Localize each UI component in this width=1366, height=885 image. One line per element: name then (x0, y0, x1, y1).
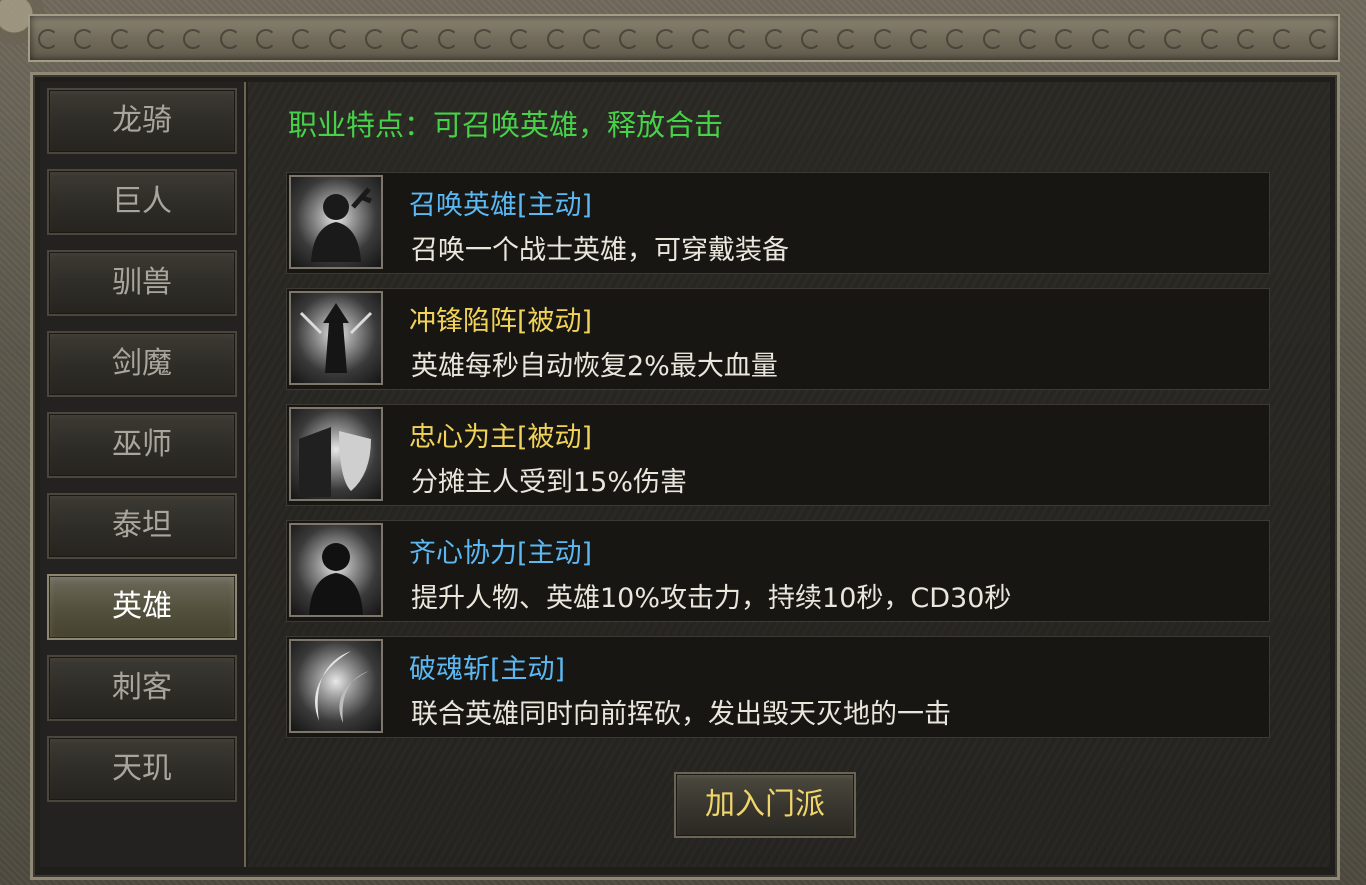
skill-row[interactable]: 冲锋陷阵[被动] 英雄每秒自动恢复2%最大血量 (286, 288, 1270, 390)
loyal-shield-icon (289, 407, 383, 501)
skill-name: 齐心协力[主动] (409, 538, 593, 569)
skill-row[interactable]: 齐心协力[主动] 提升人物、英雄10%攻击力，持续10秒，CD30秒 (286, 520, 1270, 622)
skill-name: 破魂斩[主动] (409, 654, 566, 685)
skill-description: 分摊主人受到15%伤害 (411, 467, 688, 498)
skill-row[interactable]: 破魂斩[主动] 联合英雄同时向前挥砍，发出毁天灭地的一击 (286, 636, 1270, 738)
class-tab-wizard[interactable]: 巫师 (47, 412, 237, 478)
skill-description: 召唤一个战士英雄，可穿戴装备 (411, 235, 789, 266)
class-tab-assassin[interactable]: 刺客 (47, 655, 237, 721)
skill-row[interactable]: 忠心为主[被动] 分摊主人受到15%伤害 (286, 404, 1270, 506)
class-tab-tianji[interactable]: 天玑 (47, 736, 237, 802)
class-tab-titan[interactable]: 泰坦 (47, 493, 237, 559)
summon-hero-icon (289, 175, 383, 269)
join-faction-button[interactable]: 加入门派 (674, 772, 856, 838)
class-tab-sword-demon[interactable]: 剑魔 (47, 331, 237, 397)
soul-slash-icon (289, 639, 383, 733)
scroll-pattern (38, 25, 1330, 53)
skill-name: 忠心为主[被动] (409, 422, 593, 453)
class-tab-hero[interactable]: 英雄 (47, 574, 237, 640)
class-tab-beast-tamer[interactable]: 驯兽 (47, 250, 237, 316)
skill-row[interactable]: 召唤英雄[主动] 召唤一个战士英雄，可穿戴装备 (286, 172, 1270, 274)
skill-name: 冲锋陷阵[被动] (409, 306, 593, 337)
charge-icon (289, 291, 383, 385)
class-tab-giant[interactable]: 巨人 (47, 169, 237, 235)
skill-name: 召唤英雄[主动] (409, 190, 593, 221)
class-tab-dragon-knight[interactable]: 龙骑 (47, 88, 237, 154)
unity-icon (289, 523, 383, 617)
class-feature-text: 职业特点：可召唤英雄，释放合击 (288, 108, 724, 142)
skill-description: 联合英雄同时向前挥砍，发出毁天灭地的一击 (411, 699, 951, 730)
skill-description: 英雄每秒自动恢复2%最大血量 (411, 351, 778, 382)
title-bar-ornament (28, 14, 1340, 62)
skill-description: 提升人物、英雄10%攻击力，持续10秒，CD30秒 (411, 583, 1012, 614)
